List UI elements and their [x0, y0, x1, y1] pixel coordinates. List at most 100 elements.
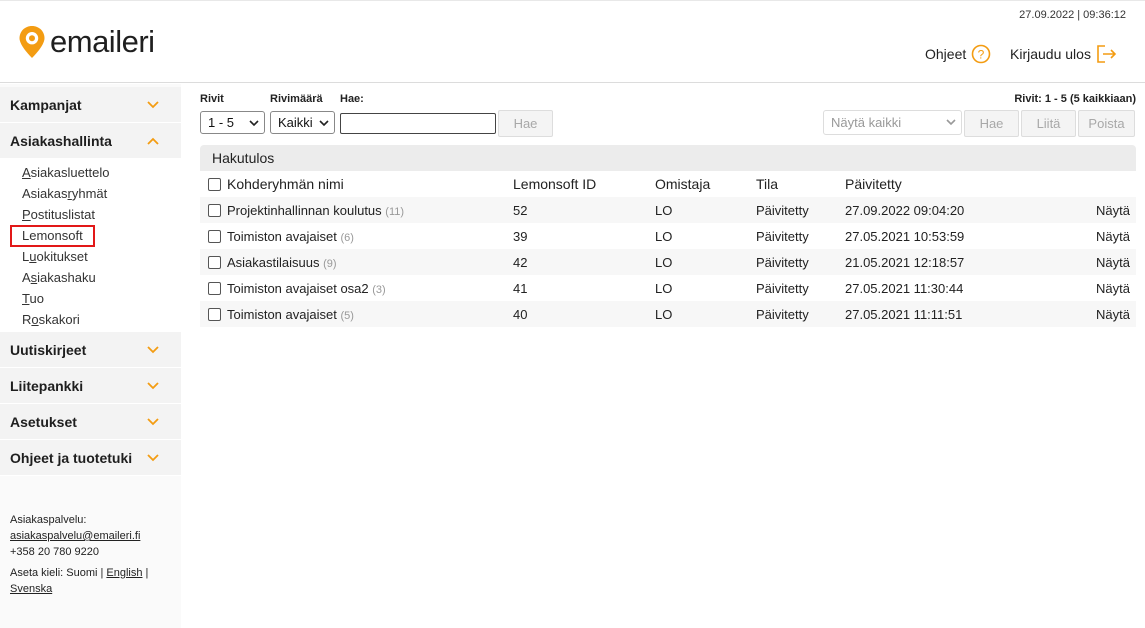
row-name: Asiakastilaisuus	[227, 254, 320, 270]
row-checkbox[interactable]	[208, 203, 221, 217]
sidebar-item-asiakasluettelo[interactable]: Asiakasluettelo	[0, 162, 181, 183]
row-name: Toimiston avajaiset	[227, 228, 337, 244]
sidebar: Kampanjat Asiakashallinta Asiakasluettel…	[0, 84, 181, 628]
svg-text:?: ?	[978, 48, 985, 62]
column-header-owner: Omistaja	[655, 176, 711, 192]
delete-button[interactable]: Poista	[1078, 110, 1135, 137]
rows-select[interactable]: 1 - 5	[200, 111, 265, 134]
logout-link[interactable]: Kirjaudu ulos	[1010, 44, 1118, 64]
cell-updated: 27.05.2021 11:30:44	[845, 280, 964, 296]
column-header-name: Kohderyhmän nimi	[200, 171, 513, 197]
row-checkbox[interactable]	[208, 255, 221, 269]
cell-owner: LO	[655, 249, 756, 275]
help-link[interactable]: Ohjeet ?	[925, 44, 991, 64]
sidebar-item-lemonsoft[interactable]: Lemonsoft	[0, 225, 181, 247]
nav-section-kampanjat[interactable]: Kampanjat	[0, 87, 181, 123]
search-input[interactable]	[340, 113, 496, 134]
cell-lemonsoft-id: 41	[513, 280, 528, 296]
cell-name: Toimiston avajaiset osa2 (3)	[200, 275, 513, 301]
chevron-down-icon	[147, 453, 159, 461]
emaileri-logo[interactable]: emaileri	[18, 25, 155, 59]
cell-status: Päivitetty	[756, 197, 845, 223]
sidebar-item-luokitukset[interactable]: Luokitukset	[0, 246, 181, 267]
row-count-select[interactable]: Kaikki	[270, 111, 335, 134]
show-all-select-value: Näytä kaikki	[831, 115, 902, 130]
language-svenska-link[interactable]: Svenska	[10, 583, 52, 595]
chevron-down-icon	[249, 120, 259, 127]
language-english-link[interactable]: English	[106, 567, 142, 579]
row-checkbox[interactable]	[208, 307, 221, 321]
results-panel: Hakutulos Kohderyhmän nimi Lemonsoft ID …	[200, 145, 1136, 327]
row-name: Toimiston avajaiset	[227, 306, 337, 322]
cell-name: Toimiston avajaiset (6)	[200, 223, 513, 249]
row-count: (5)	[340, 309, 354, 322]
show-button[interactable]: Hae	[964, 110, 1019, 137]
cell-updated: 27.09.2022 09:04:20	[845, 197, 1005, 223]
row-checkbox[interactable]	[208, 281, 221, 295]
row-count-label: Rivimäärä	[270, 93, 323, 105]
language-prefix: Aseta kieli: Suomi |	[10, 567, 104, 579]
support-phone: +358 20 780 9220	[10, 546, 100, 558]
sidebar-item-asiakasryhmat[interactable]: Asiakasryhmät	[0, 183, 181, 204]
row-count: (11)	[385, 205, 405, 218]
chevron-down-icon	[147, 381, 159, 389]
top-header: emaileri 27.09.2022 | 09:36:12 Ohjeet ? …	[0, 0, 1145, 83]
support-email-link[interactable]: asiakaspalvelu@emaileri.fi	[10, 530, 140, 542]
chevron-up-icon	[147, 137, 159, 145]
sidebar-item-postituslistat[interactable]: Postituslistat	[0, 204, 181, 225]
table-row: Toimiston avajaiset osa2 (3) 41 LO Päivitet…	[200, 275, 1136, 301]
select-all-checkbox[interactable]	[208, 178, 221, 191]
cell-updated: 27.05.2021 10:53:59	[845, 228, 965, 244]
active-item-highlight: Lemonsoft	[10, 225, 95, 247]
nav-section-ohjeet-ja-tuotetuki[interactable]: Ohjeet ja tuotetuki	[0, 440, 181, 476]
sidebar-item-asiakashaku[interactable]: Asiakashaku	[0, 267, 181, 288]
show-link[interactable]: Näytä	[1005, 197, 1136, 223]
logout-icon	[1097, 45, 1117, 63]
logo-pin-icon	[19, 26, 45, 58]
row-count: (3)	[372, 283, 386, 296]
show-link[interactable]: Näytä	[1005, 249, 1136, 275]
logo-text: emaileri	[50, 24, 155, 59]
table-row: Asiakastilaisuus (9) 42 LO Päivitetty 21.05.…	[200, 249, 1136, 275]
table-header-row: Kohderyhmän nimi Lemonsoft ID Omistaja T…	[200, 171, 1136, 197]
nav-section-asiakashallinta[interactable]: Asiakashallinta	[0, 123, 181, 159]
cell-lemonsoft-id: 42	[513, 249, 655, 275]
chevron-down-icon	[946, 119, 956, 126]
cell-lemonsoft-id: 52	[513, 197, 655, 223]
show-link[interactable]: Näytä	[1005, 301, 1136, 327]
chevron-down-icon	[147, 417, 159, 425]
sidebar-item-tuo[interactable]: Tuo	[0, 288, 181, 309]
column-header-updated: Päivitetty	[845, 176, 902, 192]
cell-updated: 27.05.2021 11:11:51	[845, 301, 1005, 327]
help-label: Ohjeet	[925, 46, 967, 62]
attach-button[interactable]: Liitä	[1021, 110, 1076, 137]
row-name: Toimiston avajaiset osa2	[227, 280, 369, 296]
results-table: Kohderyhmän nimi Lemonsoft ID Omistaja T…	[200, 171, 1136, 327]
show-link[interactable]: Näytä	[1005, 275, 1136, 301]
rows-info: Rivit: 1 - 5 (5 kaikkiaan)	[1014, 93, 1136, 105]
column-header-lemonsoft-id: Lemonsoft ID	[513, 176, 597, 192]
support-title: Asiakaspalvelu:	[10, 514, 87, 526]
nav-section-uutiskirjeet[interactable]: Uutiskirjeet	[0, 332, 181, 368]
cell-name: Toimiston avajaiset (5)	[200, 301, 513, 327]
cell-updated: 21.05.2021 12:18:57	[845, 249, 1005, 275]
language-separator: |	[145, 567, 149, 579]
sidebar-item-roskakori[interactable]: Roskakori	[0, 309, 181, 330]
nav-section-liitepankki[interactable]: Liitepankki	[0, 368, 181, 404]
table-row: Toimiston avajaiset (6) 39 LO Päivitetty 27.…	[200, 223, 1136, 249]
rows-select-value: 1 - 5	[208, 115, 235, 130]
row-count: (9)	[323, 257, 337, 270]
cell-owner: LO	[655, 301, 756, 327]
row-name: Projektinhallinnan koulutus	[227, 202, 382, 218]
nav-section-asetukset[interactable]: Asetukset	[0, 404, 181, 440]
main-content: Rivit 1 - 5 Rivimäärä Kaikki Hae: Hae Ri…	[200, 84, 1136, 327]
row-count: (6)	[340, 231, 354, 244]
search-button[interactable]: Hae	[498, 110, 553, 137]
cell-status: Päivitetty	[756, 280, 809, 296]
show-link[interactable]: Näytä	[1005, 223, 1136, 249]
show-all-select[interactable]: Näytä kaikki	[823, 110, 962, 135]
chevron-down-icon	[147, 345, 159, 353]
row-checkbox[interactable]	[208, 229, 221, 243]
customer-support-info: Asiakaspalvelu: asiakaspalvelu@emaileri.…	[10, 512, 148, 597]
cell-name: Asiakastilaisuus (9)	[200, 249, 513, 275]
